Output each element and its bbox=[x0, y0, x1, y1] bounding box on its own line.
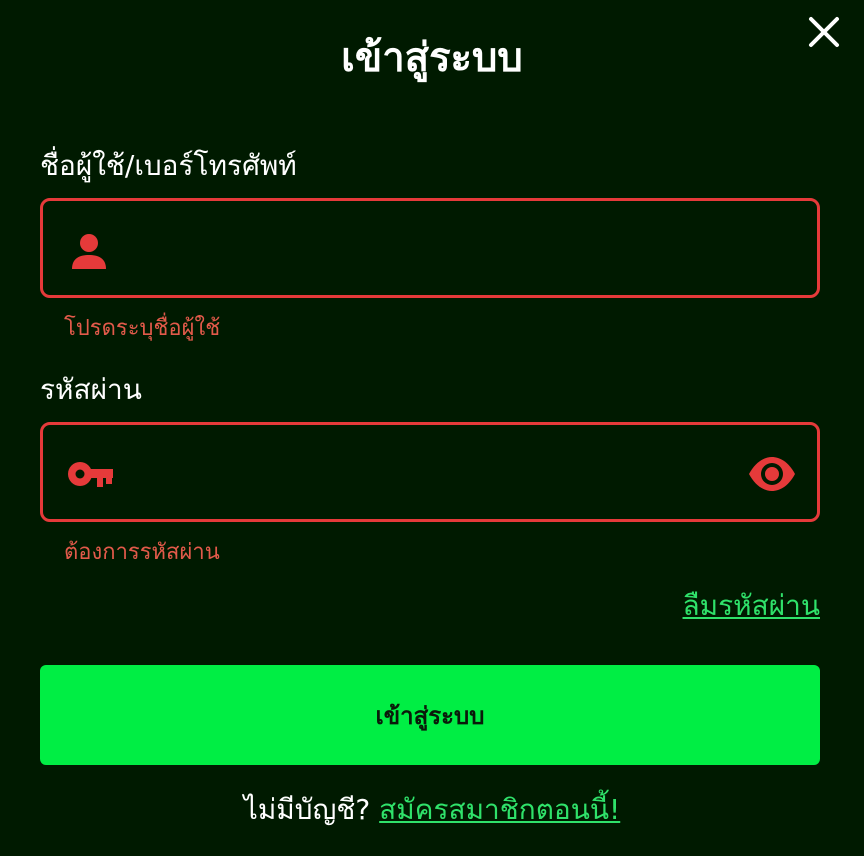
username-input[interactable] bbox=[133, 201, 757, 297]
signup-prompt: ไม่มีบัญชี? bbox=[243, 793, 371, 826]
key-icon bbox=[68, 462, 113, 487]
login-dialog: เข้าสู่ระบบ ชื่อผู้ใช้/เบอร์โทรศัพท์ โปร… bbox=[0, 0, 864, 856]
signup-row: ไม่มีบัญชี? สมัครสมาชิกตอนนี้! bbox=[0, 790, 864, 830]
eye-icon[interactable] bbox=[747, 455, 797, 493]
login-button[interactable]: เข้าสู่ระบบ bbox=[40, 665, 820, 765]
user-icon bbox=[72, 234, 106, 269]
close-icon bbox=[809, 17, 839, 47]
username-field[interactable] bbox=[40, 198, 820, 298]
password-field[interactable] bbox=[40, 422, 820, 522]
username-label: ชื่อผู้ใช้/เบอร์โทรศัพท์ bbox=[40, 149, 297, 182]
signup-link[interactable]: สมัครสมาชิกตอนนี้! bbox=[379, 793, 620, 826]
username-error: โปรดระบุชื่อผู้ใช้ bbox=[64, 316, 221, 341]
password-error: ต้องการรหัสผ่าน bbox=[64, 540, 220, 565]
close-button[interactable] bbox=[804, 12, 844, 52]
dialog-title: เข้าสู่ระบบ bbox=[341, 35, 523, 81]
password-input[interactable] bbox=[133, 425, 757, 521]
password-label: รหัสผ่าน bbox=[40, 373, 142, 406]
forgot-password-link[interactable]: ลืมรหัสผ่าน bbox=[683, 586, 820, 626]
